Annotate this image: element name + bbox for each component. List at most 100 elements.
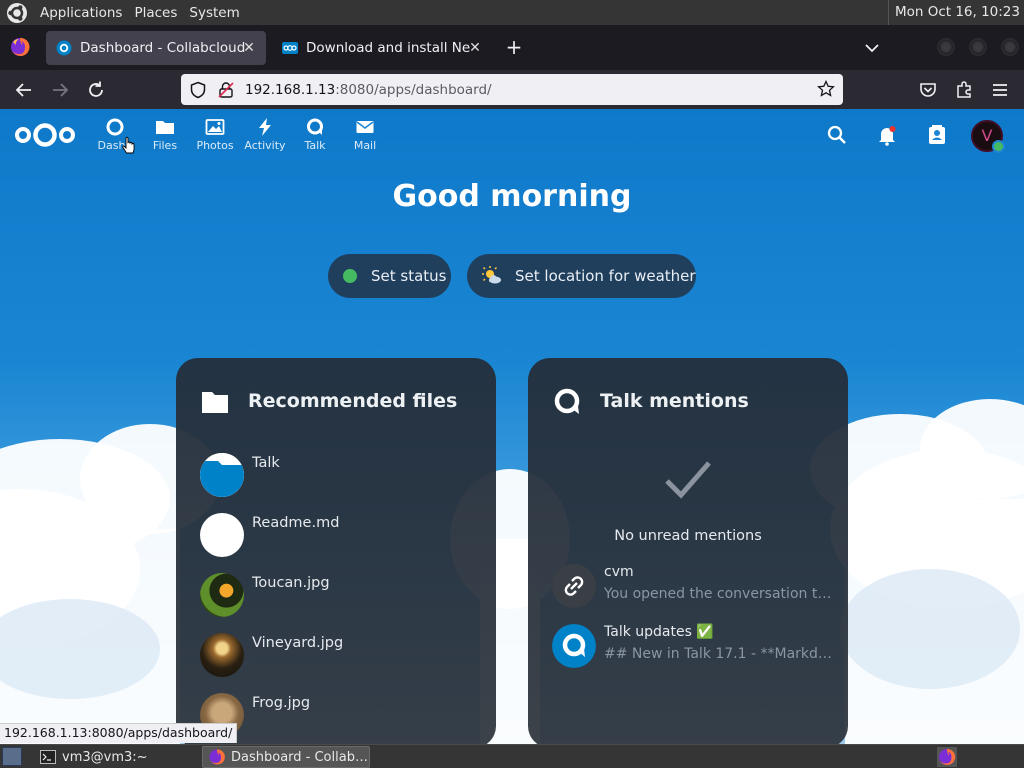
menu-places[interactable]: Places <box>128 5 183 21</box>
firefox-tray-icon[interactable] <box>937 747 957 767</box>
taskbar-item-label: vm3@vm3:~ <box>62 749 148 765</box>
mouse-cursor-icon <box>122 136 135 154</box>
set-status-button[interactable]: Set status <box>328 254 451 298</box>
taskbar-item-label: Dashboard - Collab… <box>231 749 368 765</box>
app-label: Talk <box>304 139 326 152</box>
talk-icon <box>552 624 596 668</box>
chevron-down-icon[interactable] <box>862 38 882 58</box>
terminal-icon <box>40 750 56 764</box>
file-name: Talk <box>252 455 280 471</box>
file-name: Vineyard.jpg <box>252 635 344 651</box>
pocket-icon[interactable] <box>917 79 939 101</box>
list-item[interactable]: Frog.jpg <box>200 693 480 739</box>
top-panel: Applications Places System Mon Oct 16, 1… <box>0 0 1024 25</box>
talk-mentions-widget: Talk mentions No unread mentions cvm You… <box>528 358 848 744</box>
folder-icon <box>156 121 174 134</box>
menu-applications[interactable]: Applications <box>34 5 128 21</box>
folder-thumbnail <box>200 453 244 497</box>
url-text[interactable]: 192.168.1.13:8080/apps/dashboard/ <box>245 82 492 98</box>
tab-title: Dashboard - Collabcloud <box>80 40 246 56</box>
clock[interactable]: Mon Oct 16, 10:23 <box>887 0 1020 25</box>
folder-icon <box>202 392 228 413</box>
talk-icon <box>554 388 580 414</box>
toucan-thumbnail <box>200 573 244 617</box>
url-bar[interactable]: 192.168.1.13:8080/apps/dashboard/ <box>181 74 843 105</box>
vineyard-thumbnail <box>200 633 244 677</box>
taskbar-item-firefox[interactable]: Dashboard - Collab… <box>202 746 370 768</box>
extensions-puzzle-icon[interactable] <box>953 79 975 101</box>
close-window-button[interactable] <box>1001 38 1019 56</box>
dashboard-icon <box>106 118 124 136</box>
tab-title: Download and install Nextc <box>306 40 470 56</box>
taskbar-item-terminal[interactable]: vm3@vm3:~ <box>34 746 199 768</box>
close-tab-icon[interactable]: ✕ <box>240 39 258 57</box>
widget-title: Recommended files <box>248 390 458 412</box>
recommended-files-widget: Recommended files Talk Readme.md Toucan.… <box>176 358 496 744</box>
lightning-icon <box>259 118 271 136</box>
app-mail[interactable]: Mail <box>340 117 390 157</box>
app-label: Photos <box>196 139 234 152</box>
file-name: Readme.md <box>252 515 340 531</box>
hamburger-menu-icon[interactable] <box>989 79 1011 101</box>
file-name: Toucan.jpg <box>252 575 330 591</box>
greeting-heading: Good morning <box>392 179 632 214</box>
nextcloud-favicon-icon <box>282 42 298 54</box>
new-tab-button[interactable]: + <box>503 37 525 59</box>
talk-icon <box>307 118 323 135</box>
file-name: Frog.jpg <box>252 695 311 711</box>
minimize-window-button[interactable] <box>937 38 955 56</box>
user-avatar[interactable]: V <box>971 120 1005 153</box>
app-files[interactable]: Files <box>140 117 190 157</box>
app-photos[interactable]: Photos <box>190 117 240 157</box>
notifications-bell-icon[interactable] <box>876 124 898 146</box>
widget-title: Talk mentions <box>600 390 749 412</box>
list-item[interactable]: cvm You opened the conversation t… <box>552 564 832 610</box>
nextcloud-dashboard-page: Dashb Files Photos Activity Talk Mail V … <box>0 109 1024 744</box>
conversation-title: Talk updates ✅ <box>604 624 714 640</box>
list-item[interactable]: Talk updates ✅ ## New in Talk 17.1 - **M… <box>552 624 832 670</box>
link-status-url: 192.168.1.13:8080/apps/dashboard/ <box>0 723 238 743</box>
tab-download[interactable]: Download and install Nextc ✕ <box>272 31 492 65</box>
checkmark-icon <box>665 461 711 499</box>
contacts-icon[interactable] <box>926 124 948 146</box>
browser-navigation-bar: 192.168.1.13:8080/apps/dashboard/ <box>0 70 1024 109</box>
insecure-lock-icon[interactable] <box>217 81 235 99</box>
list-item[interactable]: Toucan.jpg <box>200 573 480 619</box>
firefox-icon[interactable] <box>10 37 30 57</box>
tracking-shield-icon[interactable] <box>189 81 207 99</box>
close-tab-icon[interactable]: ✕ <box>466 39 484 57</box>
conversation-preview: You opened the conversation t… <box>604 586 832 602</box>
forward-arrow-icon[interactable] <box>49 79 71 101</box>
set-weather-label: Set location for weather <box>515 267 696 285</box>
app-activity[interactable]: Activity <box>240 117 290 157</box>
bookmark-star-icon[interactable] <box>817 80 835 98</box>
ubuntu-logo-icon[interactable] <box>6 2 28 24</box>
reload-icon[interactable] <box>85 79 107 101</box>
list-item[interactable]: Talk <box>200 453 480 499</box>
bottom-taskbar: vm3@vm3:~ Dashboard - Collab… <box>0 744 1024 768</box>
weather-sun-cloud-icon <box>482 266 501 284</box>
app-label: Mail <box>353 139 377 152</box>
online-status-dot <box>343 269 357 283</box>
menu-system[interactable]: System <box>183 5 245 21</box>
conversation-preview: ## New in Talk 17.1 - **Markd… <box>604 646 832 662</box>
back-arrow-icon[interactable] <box>13 79 35 101</box>
app-talk[interactable]: Talk <box>290 117 340 157</box>
online-status-indicator <box>992 140 1005 153</box>
set-status-label: Set status <box>371 267 447 285</box>
list-item[interactable]: Readme.md <box>200 513 480 559</box>
conversation-title: cvm <box>604 564 634 580</box>
document-thumbnail <box>200 513 244 557</box>
search-icon[interactable] <box>826 124 848 146</box>
set-weather-location-button[interactable]: Set location for weather <box>467 254 696 298</box>
nextcloud-header: Dashb Files Photos Activity Talk Mail V <box>0 109 1024 159</box>
mail-icon <box>356 121 374 133</box>
avatar-initial: V <box>981 126 993 145</box>
tab-dashboard[interactable]: Dashboard - Collabcloud ✕ <box>46 31 266 65</box>
maximize-window-button[interactable] <box>969 38 987 56</box>
list-item[interactable]: Vineyard.jpg <box>200 633 480 679</box>
image-icon <box>205 119 225 135</box>
nextcloud-logo-icon[interactable] <box>14 121 76 149</box>
show-desktop-button[interactable] <box>2 747 22 766</box>
app-label: Activity <box>244 139 286 152</box>
